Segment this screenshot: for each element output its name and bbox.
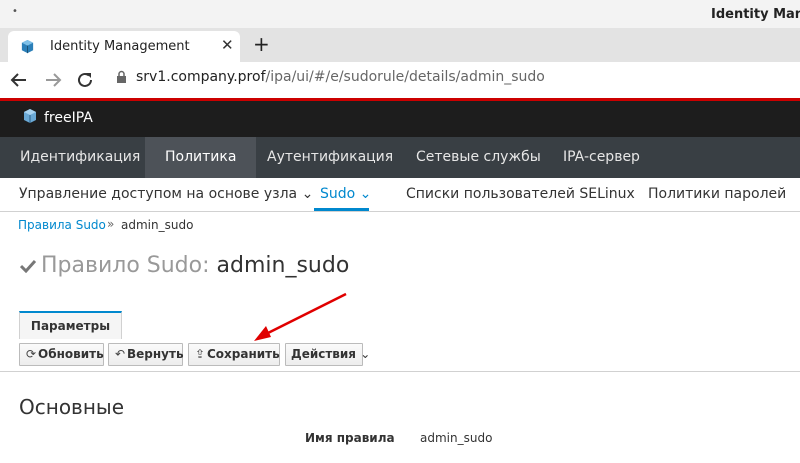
freeipa-logo-icon	[24, 109, 36, 123]
address-bar[interactable]: srv1.company.prof/ipa/ui/#/e/sudorule/de…	[136, 69, 545, 85]
section-title: Основные	[19, 395, 125, 419]
sub-nav-password-policies[interactable]: Политики паролей	[648, 186, 786, 202]
rule-name-value: admin_sudo	[420, 431, 493, 445]
rule-name-label: Имя правила	[305, 431, 395, 445]
revert-button[interactable]: ↶ Вернуть	[108, 343, 184, 366]
reload-icon[interactable]	[76, 71, 94, 89]
refresh-label: Обновить	[38, 347, 104, 361]
actions-label: Действия	[291, 347, 357, 361]
main-nav-authentication[interactable]: Аутентификация	[247, 137, 413, 178]
close-tab-icon[interactable]: ✕	[221, 36, 234, 54]
breadcrumb-sudo-rules[interactable]: Правила Sudo	[18, 218, 106, 232]
refresh-icon: ⟳	[26, 347, 37, 361]
freeipa-favicon-icon	[21, 39, 34, 54]
chevron-down-icon: ⌄	[301, 186, 314, 202]
page-title-prefix: Правило Sudo:	[41, 253, 210, 278]
sub-nav-sudo[interactable]: Sudo ⌄	[320, 186, 371, 202]
chevron-down-icon: ⌄	[360, 347, 371, 361]
sub-nav-hbac[interactable]: Управление доступом на основе узла ⌄	[19, 186, 313, 202]
browser-tab[interactable]: Identity Management ✕	[8, 31, 240, 62]
main-nav-network-services[interactable]: Сетевые службы	[396, 137, 561, 178]
window-title: Identity Mana	[711, 7, 800, 22]
new-tab-button[interactable]: +	[253, 32, 270, 56]
window-menu-icon[interactable]: •	[12, 6, 18, 17]
arrow-left-icon[interactable]	[10, 71, 28, 89]
screen: • Identity Mana Identity Management ✕ +	[0, 0, 800, 463]
url-path: /ipa/ui/#/e/sudorule/details/admin_sudo	[265, 69, 545, 85]
arrow-right-icon[interactable]	[44, 71, 62, 89]
save-button[interactable]: ⇪ Сохранить	[188, 343, 280, 366]
lock-icon[interactable]	[116, 70, 127, 84]
main-nav-ipa-server[interactable]: IPA-сервер	[543, 137, 660, 178]
revert-label: Вернуть	[127, 347, 184, 361]
undo-icon: ↶	[115, 347, 126, 361]
breadcrumb-current: admin_sudo	[121, 218, 194, 232]
sub-nav-sudo-label: Sudo	[320, 186, 356, 202]
upload-icon: ⇪	[195, 347, 206, 361]
chevron-down-icon: ⌄	[359, 186, 372, 202]
main-nav-identity[interactable]: Идентификация	[0, 137, 160, 178]
url-host: srv1.company.prof	[136, 69, 266, 85]
app-brand[interactable]: freeIPA	[44, 110, 93, 126]
actions-dropdown[interactable]: Действия ⌄	[285, 343, 370, 366]
page-title-name: admin_sudo	[216, 253, 350, 278]
sub-nav-selinux[interactable]: Списки пользователей SELinux	[406, 186, 635, 202]
check-icon	[20, 259, 36, 273]
app-header	[0, 101, 800, 137]
active-subnav-indicator	[314, 208, 369, 211]
sub-nav-hbac-label: Управление доступом на основе узла	[19, 186, 298, 202]
window-titlebar: • Identity Mana	[0, 0, 800, 28]
main-nav-policy[interactable]: Политика	[145, 137, 257, 178]
breadcrumb-separator: »	[107, 217, 115, 231]
refresh-button[interactable]: ⟳ Обновить	[19, 343, 104, 366]
page-title: Правило Sudo: admin_sudo	[41, 253, 349, 278]
tab-title: Identity Management	[50, 39, 190, 54]
tab-settings[interactable]: Параметры	[19, 311, 122, 339]
save-label: Сохранить	[207, 347, 280, 361]
browser-tabstrip: Identity Management ✕	[0, 28, 800, 62]
toolbar-divider	[0, 371, 800, 372]
